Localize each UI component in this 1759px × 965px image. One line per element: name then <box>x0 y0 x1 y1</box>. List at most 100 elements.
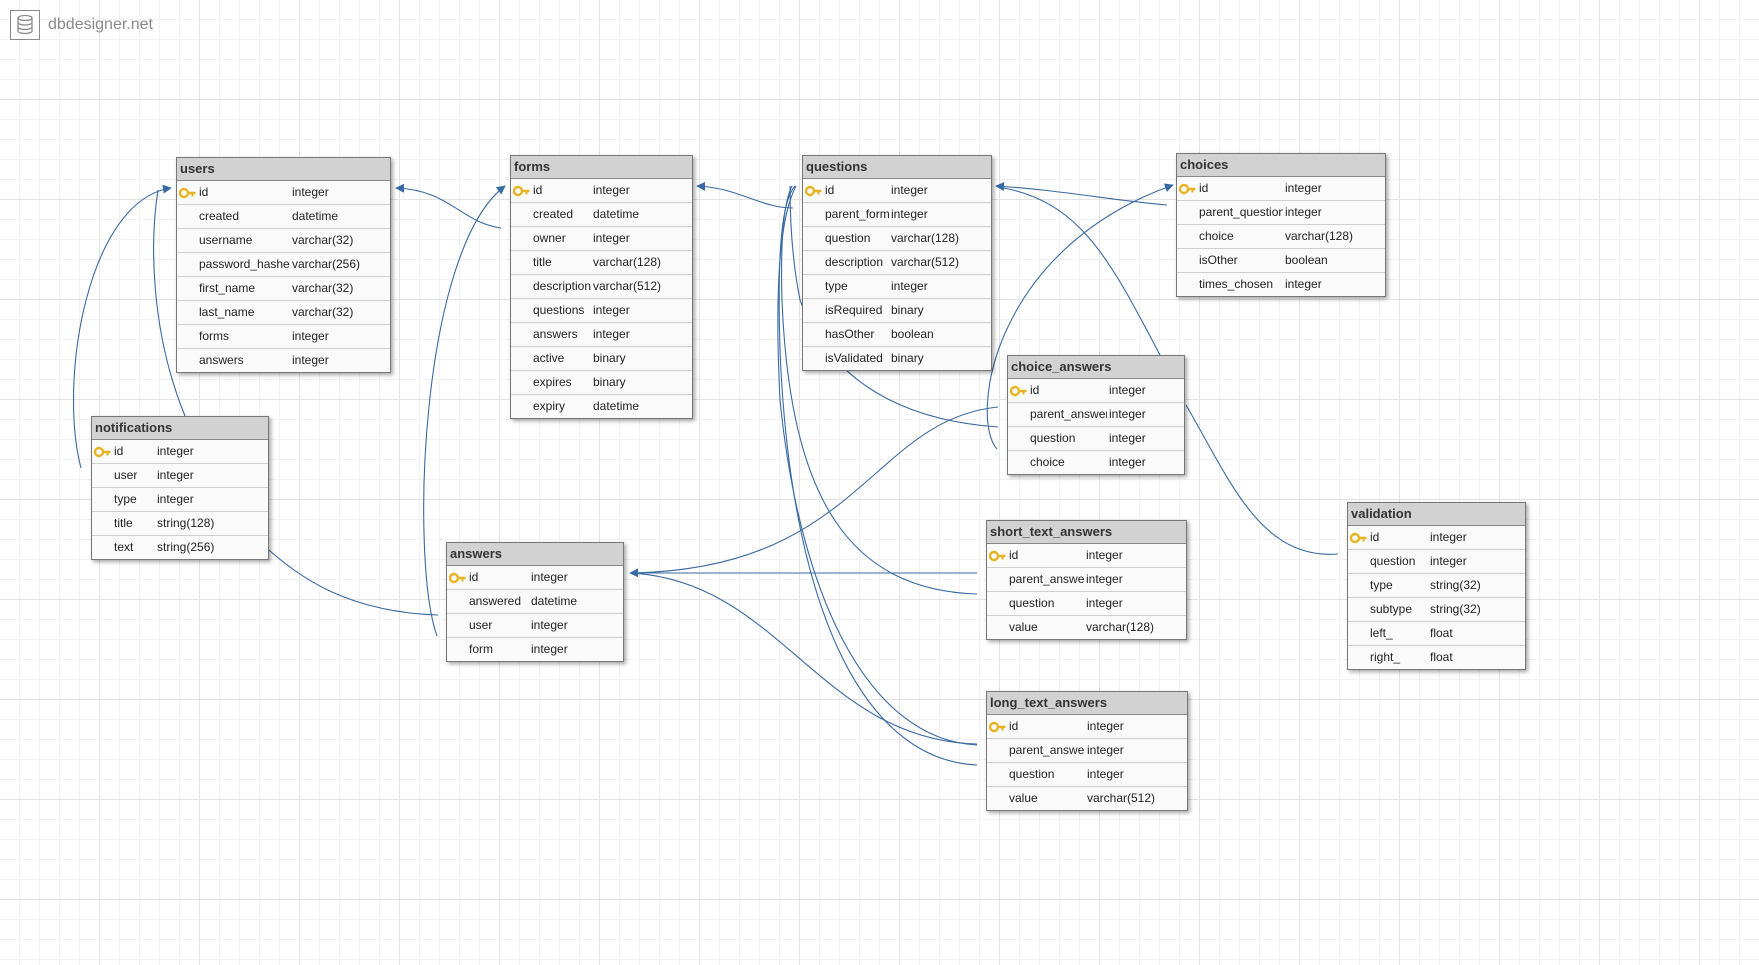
field-row[interactable]: type string(32) <box>1348 574 1525 598</box>
relationship-line[interactable] <box>696 181 794 209</box>
table-questions[interactable]: questions id integer parent_form integer ques… <box>802 155 992 371</box>
field-row[interactable]: parent_answer integer <box>1008 403 1184 427</box>
field-row[interactable]: user integer <box>92 464 268 488</box>
field-row[interactable]: choice integer <box>1008 451 1184 474</box>
field-row[interactable]: type integer <box>92 488 268 512</box>
relationship-line[interactable] <box>995 182 1168 206</box>
field-row[interactable]: type integer <box>803 275 991 299</box>
field-row[interactable]: last_name varchar(32) <box>177 301 390 325</box>
field-name: parent_form <box>825 207 889 221</box>
field-row[interactable]: times_chosen integer <box>1177 273 1385 296</box>
field-row[interactable]: id integer <box>1348 526 1525 550</box>
field-name: hasOther <box>825 327 875 341</box>
field-row[interactable]: id integer <box>447 566 623 590</box>
field-row[interactable]: subtype string(32) <box>1348 598 1525 622</box>
field-row[interactable]: id integer <box>987 544 1186 568</box>
field-row[interactable]: choice varchar(128) <box>1177 225 1385 249</box>
field-name: id <box>469 570 479 584</box>
field-type: varchar(256) <box>292 257 361 271</box>
field-row[interactable]: username varchar(32) <box>177 229 390 253</box>
table-title[interactable]: choices <box>1177 154 1385 177</box>
table-validation[interactable]: validation id integer question integer type st… <box>1347 502 1526 670</box>
field-type: varchar(512) <box>1087 791 1156 805</box>
field-row[interactable]: owner integer <box>511 227 692 251</box>
field-row[interactable]: answers integer <box>177 349 390 372</box>
table-choice-answers[interactable]: choice_answers id integer parent_answer inte… <box>1007 355 1185 475</box>
table-title[interactable]: questions <box>803 156 991 179</box>
field-row[interactable]: expiry datetime <box>511 395 692 418</box>
table-title[interactable]: choice_answers <box>1008 356 1184 379</box>
field-row[interactable]: question varchar(128) <box>803 227 991 251</box>
relationship-line[interactable] <box>629 572 978 745</box>
field-row[interactable]: answered datetime <box>447 590 623 614</box>
field-row[interactable]: question integer <box>987 592 1186 616</box>
field-row[interactable]: id integer <box>1008 379 1184 403</box>
table-title[interactable]: validation <box>1348 503 1525 526</box>
field-row[interactable]: id integer <box>92 440 268 464</box>
field-type: varchar(128) <box>593 255 662 269</box>
relationship-line[interactable] <box>997 186 1161 356</box>
field-row[interactable]: title string(128) <box>92 512 268 536</box>
table-title[interactable]: users <box>177 158 390 181</box>
field-row[interactable]: created datetime <box>511 203 692 227</box>
field-row[interactable]: id integer <box>511 179 692 203</box>
field-row[interactable]: hasOther boolean <box>803 323 991 347</box>
field-row[interactable]: description varchar(512) <box>511 275 692 299</box>
field-row[interactable]: id integer <box>177 181 390 205</box>
field-row[interactable]: title varchar(128) <box>511 251 692 275</box>
field-row[interactable]: text string(256) <box>92 536 268 559</box>
field-row[interactable]: question integer <box>1348 550 1525 574</box>
field-row[interactable]: left_ float <box>1348 622 1525 646</box>
field-type: integer <box>1285 277 1322 291</box>
field-row[interactable]: forms integer <box>177 325 390 349</box>
table-title[interactable]: notifications <box>92 417 268 440</box>
table-long-text-answers[interactable]: long_text_answers id integer parent_answer i… <box>986 691 1188 811</box>
table-title[interactable]: long_text_answers <box>987 692 1187 715</box>
diagram-canvas[interactable]: dbdesigner.net users id integer created date… <box>0 0 1759 965</box>
brand-logo[interactable]: dbdesigner.net <box>10 10 153 40</box>
field-row[interactable]: parent_question integer <box>1177 201 1385 225</box>
field-row[interactable]: id integer <box>803 179 991 203</box>
field-row[interactable]: answers integer <box>511 323 692 347</box>
field-row[interactable]: first_name varchar(32) <box>177 277 390 301</box>
field-row[interactable]: value varchar(128) <box>987 616 1186 639</box>
table-title[interactable]: answers <box>447 543 623 566</box>
field-row[interactable]: parent_answer integer <box>987 568 1186 592</box>
field-type: integer <box>157 444 194 458</box>
field-row[interactable]: parent_form integer <box>803 203 991 227</box>
field-row[interactable]: isValidated binary <box>803 347 991 370</box>
field-row[interactable]: parent_answer integer <box>987 739 1187 763</box>
field-type: varchar(32) <box>292 305 354 319</box>
relationship-line[interactable] <box>1185 404 1339 555</box>
relationship-line[interactable] <box>395 183 502 229</box>
table-choices[interactable]: choices id integer parent_question integer ch… <box>1176 153 1386 297</box>
field-row[interactable]: question integer <box>1008 427 1184 451</box>
field-row[interactable]: questions integer <box>511 299 692 323</box>
field-row[interactable]: user integer <box>447 614 623 638</box>
table-title[interactable]: forms <box>511 156 692 179</box>
field-row[interactable]: password_hashed varchar(256) <box>177 253 390 277</box>
field-row[interactable]: right_ float <box>1348 646 1525 669</box>
table-forms[interactable]: forms id integer created datetime owner intege… <box>510 155 693 419</box>
field-row[interactable]: id integer <box>1177 177 1385 201</box>
field-row[interactable]: isRequired binary <box>803 299 991 323</box>
field-row[interactable]: active binary <box>511 347 692 371</box>
field-row[interactable]: expires binary <box>511 371 692 395</box>
field-row[interactable]: isOther boolean <box>1177 249 1385 273</box>
table-title[interactable]: short_text_answers <box>987 521 1186 544</box>
field-type: integer <box>157 468 194 482</box>
field-type: binary <box>593 351 626 365</box>
relationship-line[interactable] <box>629 406 999 578</box>
field-row[interactable]: created datetime <box>177 205 390 229</box>
field-row[interactable]: id integer <box>987 715 1187 739</box>
field-name: id <box>533 183 543 197</box>
field-row[interactable]: form integer <box>447 638 623 661</box>
table-short-text-answers[interactable]: short_text_answers id integer parent_answer… <box>986 520 1187 640</box>
field-row[interactable]: question integer <box>987 763 1187 787</box>
table-users[interactable]: users id integer created datetime username var… <box>176 157 391 373</box>
field-row[interactable]: value varchar(512) <box>987 787 1187 810</box>
table-answers[interactable]: answers id integer answered datetime user inte… <box>446 542 624 662</box>
field-row[interactable]: description varchar(512) <box>803 251 991 275</box>
relationship-line[interactable] <box>258 540 439 616</box>
table-notifications[interactable]: notifications id integer user integer type int… <box>91 416 269 560</box>
